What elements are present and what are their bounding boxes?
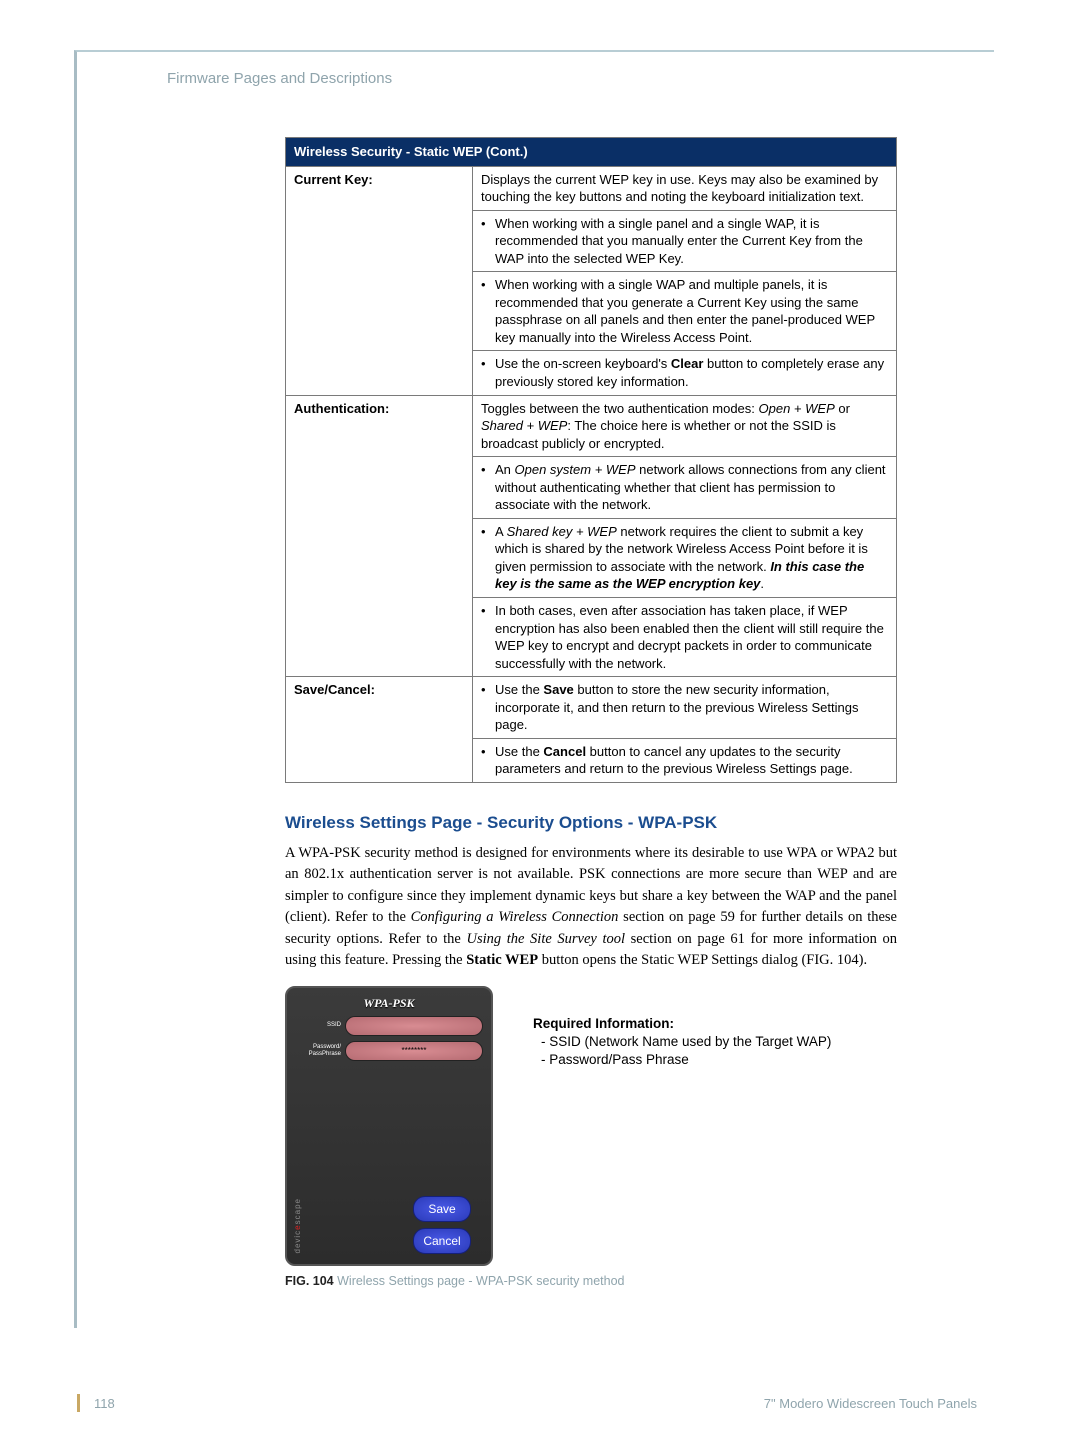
req-item: - Password/Pass Phrase — [541, 1051, 831, 1069]
table-header: Wireless Security - Static WEP (Cont.) — [286, 138, 897, 167]
cell-text: When working with a single panel and a s… — [495, 215, 888, 268]
brand-label: devicescape — [293, 1198, 302, 1254]
body-paragraph: A WPA-PSK security method is designed fo… — [285, 843, 897, 972]
device-title: WPA-PSK — [287, 996, 491, 1011]
cell-text: Displays the current WEP key in use. Key… — [481, 172, 878, 205]
cell-text: An Open system + WEP network allows conn… — [495, 461, 888, 514]
cell-text: Use the on-screen keyboard's Clear butto… — [495, 355, 888, 390]
row-label: Save/Cancel: — [286, 677, 473, 783]
table-cell: •An Open system + WEP network allows con… — [473, 457, 897, 519]
table-cell: Displays the current WEP key in use. Key… — [473, 166, 897, 210]
req-title: Required Information: — [533, 1016, 831, 1031]
table-cell: •Use the Cancel button to cancel any upd… — [473, 738, 897, 782]
section-heading: Wireless Settings Page - Security Option… — [285, 813, 904, 833]
cell-text: When working with a single WAP and multi… — [495, 276, 888, 346]
row-label: Current Key: — [286, 166, 473, 395]
table-cell: •Use the Save button to store the new se… — [473, 677, 897, 739]
fig-text: Wireless Settings page - WPA-PSK securit… — [334, 1274, 625, 1288]
cell-text: Use the Save button to store the new sec… — [495, 681, 888, 734]
table-cell: Toggles between the two authentication m… — [473, 395, 897, 457]
security-table: Wireless Security - Static WEP (Cont.) C… — [285, 137, 897, 783]
table-cell: •Use the on-screen keyboard's Clear butt… — [473, 351, 897, 395]
cell-text: In both cases, even after association ha… — [495, 602, 888, 672]
page-content: Firmware Pages and Descriptions Wireless… — [74, 50, 994, 1328]
pass-label: Password/ PassPhrase — [295, 1044, 345, 1057]
cell-text: A Shared key + WEP network requires the … — [495, 523, 888, 593]
page-number: 118 — [94, 1396, 115, 1411]
figure-caption: FIG. 104 Wireless Settings page - WPA-PS… — [285, 1274, 904, 1288]
cancel-button[interactable]: Cancel — [413, 1228, 471, 1254]
figure-row: WPA-PSK SSID Password/ PassPhrase ******… — [285, 986, 897, 1266]
table-cell: •When working with a single WAP and mult… — [473, 272, 897, 351]
save-button[interactable]: Save — [413, 1196, 471, 1222]
device-screenshot: WPA-PSK SSID Password/ PassPhrase ******… — [285, 986, 493, 1266]
cell-text: Use the Cancel button to cancel any upda… — [495, 743, 888, 778]
breadcrumb: Firmware Pages and Descriptions — [167, 70, 904, 87]
ssid-label: SSID — [295, 1022, 345, 1029]
row-label: Authentication: — [286, 395, 473, 677]
footer-right: 7" Modero Widescreen Touch Panels — [764, 1396, 977, 1411]
table-cell: •A Shared key + WEP network requires the… — [473, 518, 897, 597]
table-cell: •In both cases, even after association h… — [473, 598, 897, 677]
cell-text: Toggles between the two authentication m… — [481, 401, 850, 451]
fig-label: FIG. 104 — [285, 1274, 334, 1288]
pass-field[interactable]: ******** — [345, 1041, 483, 1061]
required-info: Required Information: - SSID (Network Na… — [533, 986, 831, 1069]
table-cell: •When working with a single panel and a … — [473, 210, 897, 272]
ssid-field[interactable] — [345, 1016, 483, 1036]
req-item: - SSID (Network Name used by the Target … — [541, 1033, 831, 1051]
